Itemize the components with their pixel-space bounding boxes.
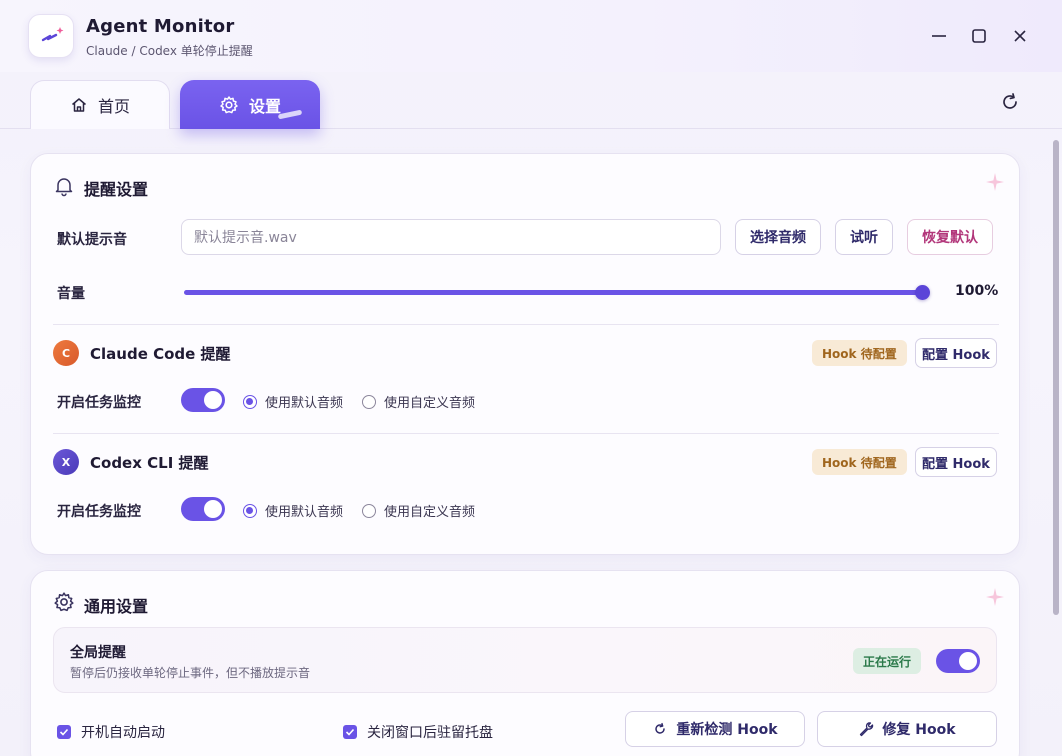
default-sound-label: 默认提示音 xyxy=(57,232,127,248)
checkbox[interactable] xyxy=(57,725,71,739)
bell-icon xyxy=(55,178,73,197)
recheck-hook-button[interactable]: 重新检测 Hook xyxy=(625,711,805,747)
claude-hook-status-badge: Hook 待配置 xyxy=(812,340,907,366)
gear-icon xyxy=(54,592,74,612)
claude-radio-custom[interactable]: 使用自定义音频 xyxy=(362,392,475,411)
claude-radio-default[interactable]: 使用默认音频 xyxy=(243,392,343,411)
minimize-icon xyxy=(932,35,946,37)
volume-value: 100% xyxy=(955,283,999,299)
radio-button[interactable] xyxy=(362,503,376,518)
default-sound-input[interactable]: 默认提示音.wav xyxy=(181,219,721,255)
codex-radio-custom[interactable]: 使用自定义音频 xyxy=(362,501,475,520)
reminder-settings-title: 提醒设置 xyxy=(84,180,149,199)
check-icon xyxy=(345,728,355,736)
minimize-button[interactable] xyxy=(927,24,951,48)
close-icon xyxy=(1014,30,1026,42)
scrollbar-thumb[interactable] xyxy=(1053,140,1059,615)
radio-button[interactable] xyxy=(243,394,257,409)
sparkle-icon xyxy=(986,588,1004,606)
tab-home[interactable]: 首页 xyxy=(30,80,170,129)
tab-active-indicator xyxy=(277,109,303,120)
repair-hook-button[interactable]: 修复 Hook xyxy=(817,711,997,747)
sparkle-icon xyxy=(986,173,1004,191)
home-icon xyxy=(71,98,86,112)
tab-home-label: 首页 xyxy=(97,97,130,116)
global-reminder-title: 全局提醒 xyxy=(70,645,126,661)
autostart-checkbox[interactable]: 开机自动启动 xyxy=(57,722,165,742)
claude-monitor-toggle[interactable] xyxy=(181,388,225,412)
global-reminder-panel: 全局提醒 暂停后仍接收单轮停止事件，但不播放提示音 正在运行 xyxy=(53,627,997,693)
volume-slider-track[interactable] xyxy=(184,290,922,295)
codex-monitor-label: 开启任务监控 xyxy=(57,504,141,520)
wrench-icon xyxy=(860,722,874,737)
app-title: Agent Monitor xyxy=(86,16,235,37)
divider xyxy=(53,324,999,325)
toggle-knob xyxy=(959,652,977,670)
title-bar: Agent Monitor Claude / Codex 单轮停止提醒 xyxy=(0,0,1062,72)
codex-config-hook-button[interactable]: 配置 Hook xyxy=(915,447,997,477)
volume-label: 音量 xyxy=(57,286,85,302)
global-reminder-toggle[interactable] xyxy=(936,649,980,673)
radio-label: 使用自定义音频 xyxy=(384,396,476,411)
recheck-hook-label: 重新检测 Hook xyxy=(676,722,778,738)
running-status-badge: 正在运行 xyxy=(853,648,922,674)
claude-monitor-label: 开启任务监控 xyxy=(57,395,141,411)
claude-badge: C xyxy=(53,340,79,366)
codex-hook-status-badge: Hook 待配置 xyxy=(812,449,907,475)
general-settings-card: 通用设置 全局提醒 暂停后仍接收单轮停止事件，但不播放提示音 正在运行 开机自动… xyxy=(30,570,1020,756)
radio-button[interactable] xyxy=(362,394,376,409)
tray-checkbox[interactable]: 关闭窗口后驻留托盘 xyxy=(343,722,493,742)
global-reminder-description: 暂停后仍接收单轮停止事件，但不播放提示音 xyxy=(70,666,311,680)
refresh-button[interactable] xyxy=(998,90,1022,114)
app-logo xyxy=(28,14,74,58)
general-settings-title: 通用设置 xyxy=(84,597,149,616)
choose-audio-button[interactable]: 选择音频 xyxy=(735,219,821,255)
restore-default-button[interactable]: 恢复默认 xyxy=(907,219,993,255)
reminder-settings-card: 提醒设置 默认提示音 默认提示音.wav 选择音频 试听 恢复默认 音量 100… xyxy=(30,153,1020,555)
volume-slider-handle[interactable] xyxy=(915,285,930,300)
app-subtitle: Claude / Codex 单轮停止提醒 xyxy=(86,44,253,58)
tray-label: 关闭窗口后驻留托盘 xyxy=(367,725,493,741)
radio-label: 使用默认音频 xyxy=(265,505,344,520)
gear-icon xyxy=(220,95,238,113)
toggle-knob xyxy=(204,391,222,409)
check-icon xyxy=(59,728,69,736)
radio-button[interactable] xyxy=(243,503,257,518)
codex-reminder-title: Codex CLI 提醒 xyxy=(90,454,209,472)
tab-settings[interactable]: 设置 xyxy=(180,80,320,129)
app-window: Agent Monitor Claude / Codex 单轮停止提醒 首页 设… xyxy=(0,0,1062,756)
checkbox[interactable] xyxy=(343,725,357,739)
radio-label: 使用默认音频 xyxy=(265,396,344,411)
lightning-icon xyxy=(41,27,64,42)
divider xyxy=(53,433,999,434)
claude-config-hook-button[interactable]: 配置 Hook xyxy=(915,338,997,368)
repair-hook-label: 修复 Hook xyxy=(882,722,956,738)
tab-settings-label: 设置 xyxy=(248,96,281,116)
tab-bar: 首页 设置 xyxy=(0,72,1062,129)
refresh-icon xyxy=(1003,93,1017,109)
radio-label: 使用自定义音频 xyxy=(384,505,476,520)
refresh-icon xyxy=(655,722,666,734)
toggle-knob xyxy=(204,500,222,518)
codex-radio-default[interactable]: 使用默认音频 xyxy=(243,501,343,520)
maximize-button[interactable] xyxy=(967,24,991,48)
codex-badge: X xyxy=(53,449,79,475)
preview-button[interactable]: 试听 xyxy=(835,219,893,255)
claude-reminder-title: Claude Code 提醒 xyxy=(90,345,231,363)
autostart-label: 开机自动启动 xyxy=(81,725,165,741)
maximize-icon xyxy=(972,29,986,43)
close-button[interactable] xyxy=(1008,24,1032,48)
codex-monitor-toggle[interactable] xyxy=(181,497,225,521)
